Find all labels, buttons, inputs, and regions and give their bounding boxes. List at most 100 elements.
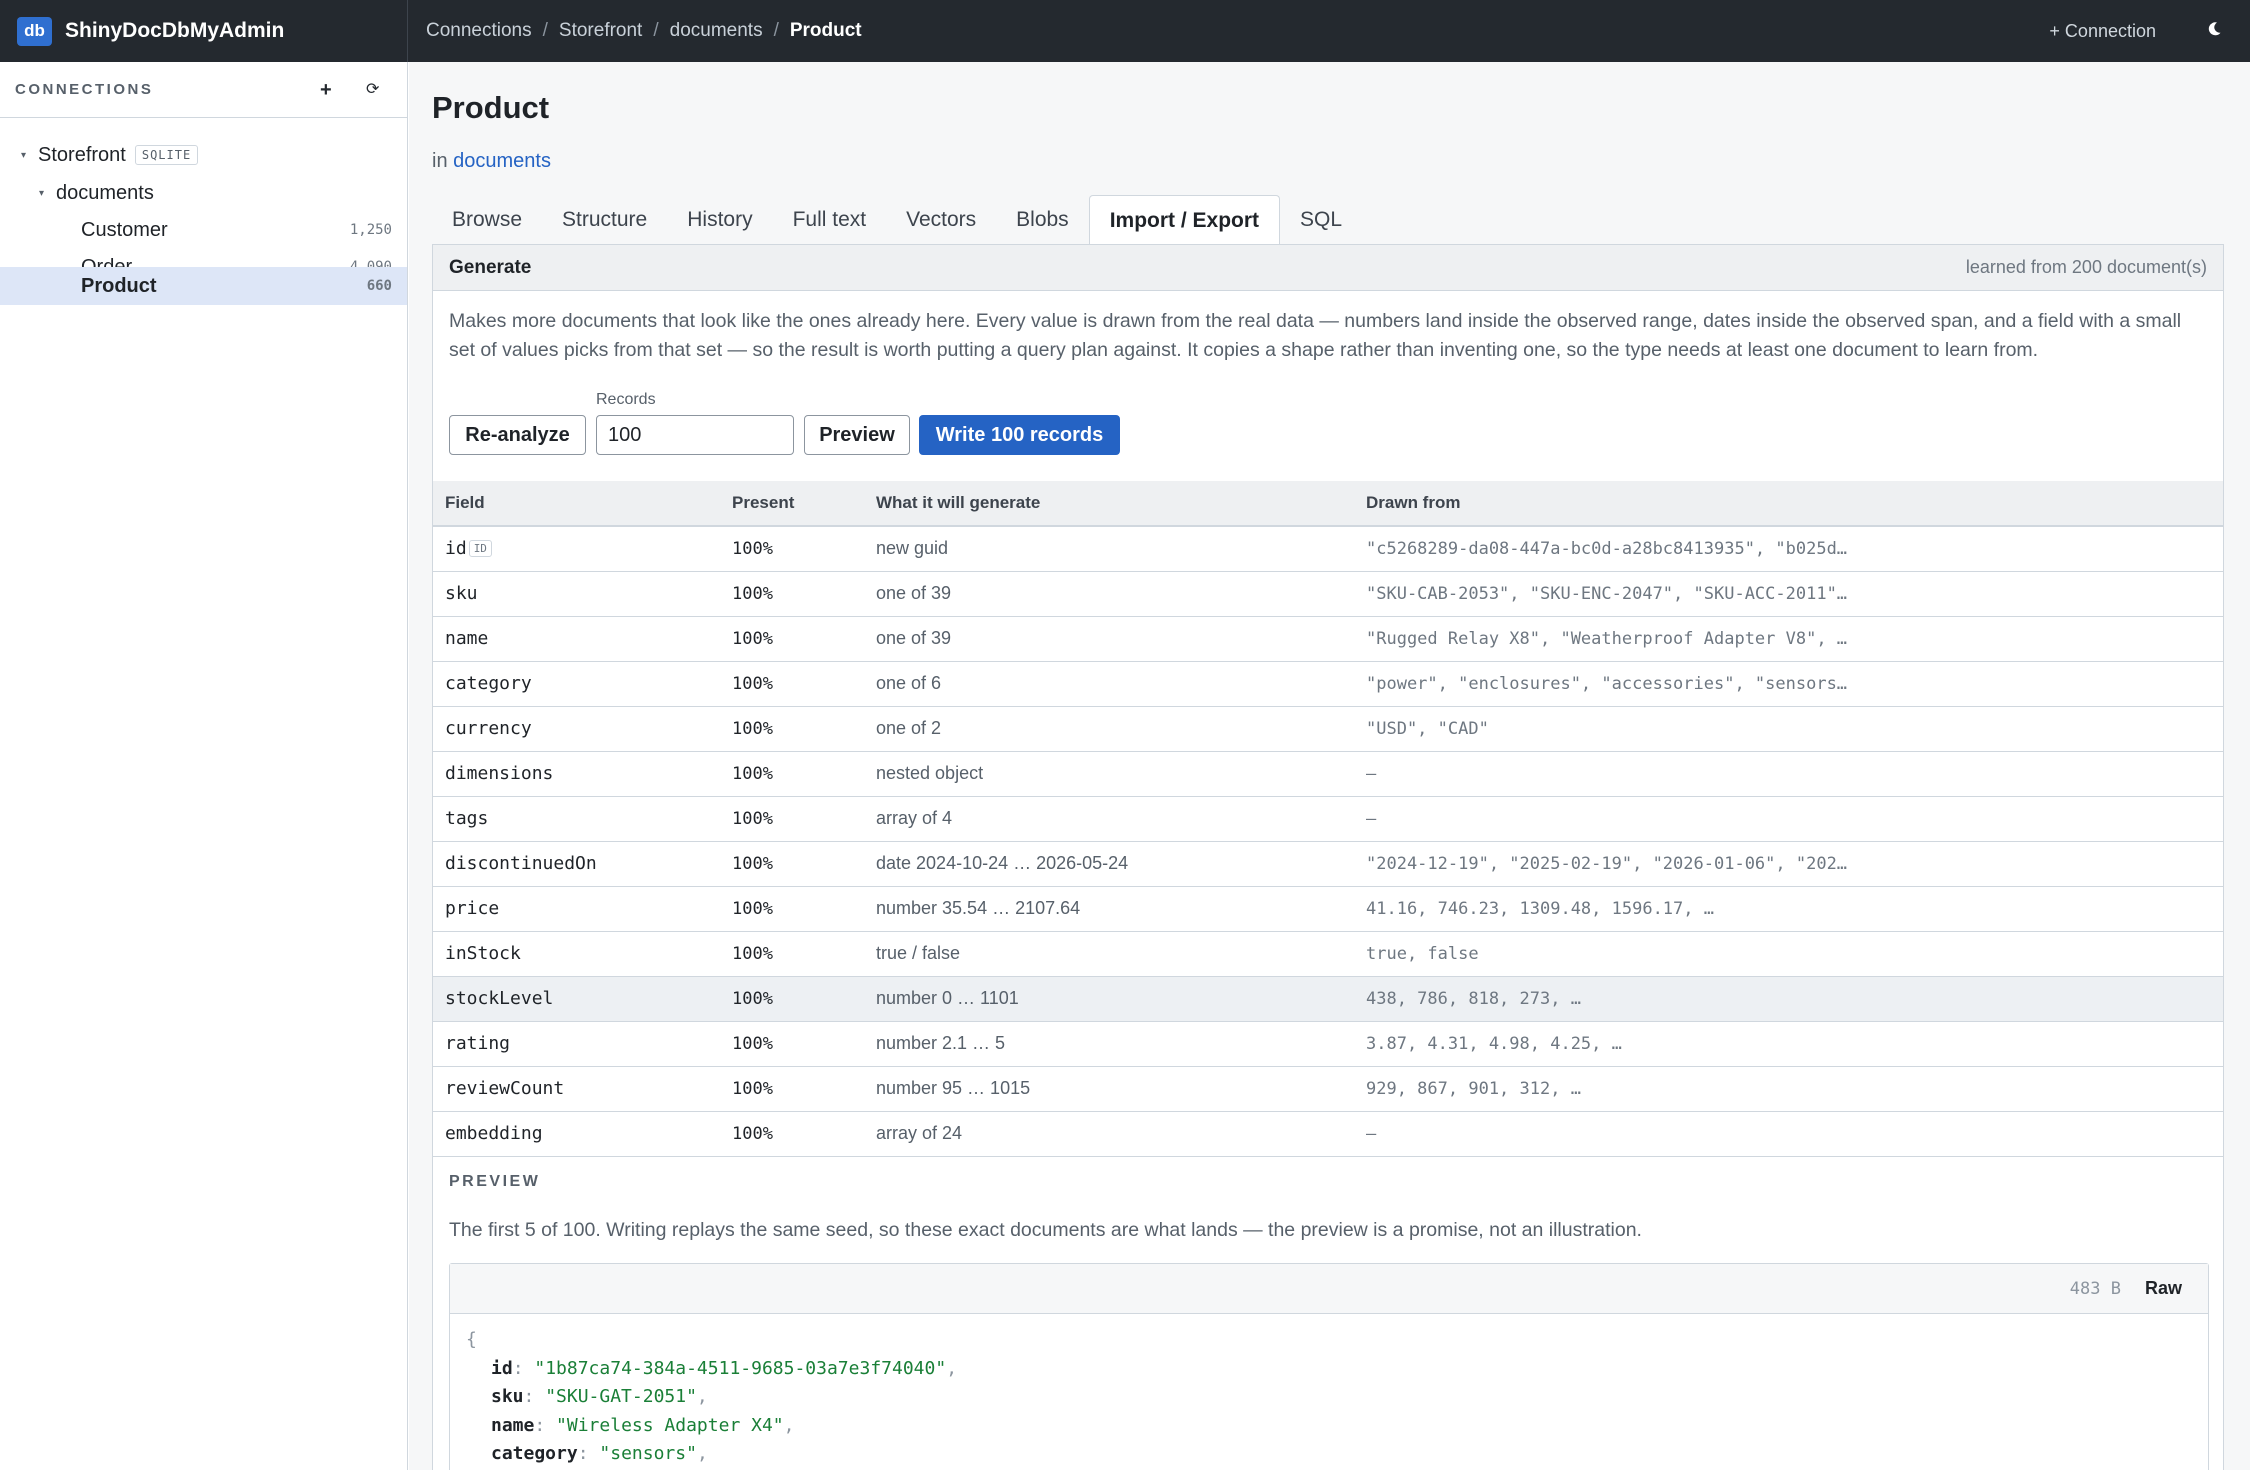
tab-sql[interactable]: SQL <box>1280 195 1362 245</box>
field-name: tags <box>445 808 489 829</box>
column-header-present[interactable]: Present <box>720 481 864 527</box>
breadcrumb-documents[interactable]: documents <box>670 20 763 42</box>
reanalyze-button[interactable]: Re-analyze <box>449 415 586 455</box>
generate-cell: one of 6 <box>864 661 1354 707</box>
field-name-cell: sku <box>433 571 720 617</box>
field-name-cell: name <box>433 616 720 662</box>
table-row: embedding 100% array of 24— <box>433 1111 2223 1157</box>
database-link[interactable]: documents <box>453 150 551 172</box>
drawn-from-cell: — <box>1354 796 2223 842</box>
moon-icon[interactable] <box>2206 20 2222 43</box>
json-comma: , <box>946 1357 958 1379</box>
tree-type-product[interactable]: Product 660 <box>0 267 407 305</box>
drawn-from-cell: true, false <box>1354 931 2223 977</box>
field-name: price <box>445 898 500 919</box>
brand[interactable]: db ShinyDocDbMyAdmin <box>0 0 408 62</box>
write-records-button[interactable]: Write 100 records <box>919 415 1120 455</box>
records-label: Records <box>596 391 656 408</box>
caret-down-icon[interactable]: ▾ <box>39 188 44 199</box>
field-name: stockLevel <box>445 988 554 1009</box>
json-key: name <box>491 1414 535 1436</box>
drawn-from-cell: "2024-12-19", "2025-02-19", "2026-01-06"… <box>1354 841 2223 887</box>
json-line: name: "Wireless Adapter X4", <box>466 1412 957 1441</box>
field-name-cell: embedding <box>433 1111 720 1157</box>
field-name: sku <box>445 583 478 604</box>
tree-type-customer[interactable]: Customer 1,250 <box>0 212 407 248</box>
add-connection-icon[interactable]: + <box>320 79 332 102</box>
type-count: 1,250 <box>349 222 392 238</box>
field-name-cell: reviewCount <box>433 1066 720 1112</box>
document-json: { id: "1b87ca74-384a-4511-9685-03a7e3f74… <box>466 1326 957 1469</box>
tree-connection-storefront[interactable]: ▾ Storefront SQLITE <box>0 137 407 173</box>
table-row: discontinuedOn 100% date 2024-10-24 … 2026… <box>433 841 2223 887</box>
type-name: Product <box>81 274 157 297</box>
json-key: category <box>491 1443 578 1464</box>
table-row: id ID 100% new guid "c5268289-da08-447a-bc0d… <box>433 526 2223 572</box>
caret-down-icon[interactable]: ▾ <box>21 150 26 161</box>
present-cell: 100% <box>720 526 864 572</box>
json-key: sku <box>491 1386 524 1407</box>
raw-button[interactable]: Raw <box>2145 1278 2182 1299</box>
tree-database-documents[interactable]: ▾ documents <box>0 175 407 211</box>
field-name: id <box>445 538 467 560</box>
type-count: 660 <box>366 278 392 294</box>
preview-heading: PREVIEW <box>449 1173 541 1190</box>
field-name-cell: currency <box>433 706 720 752</box>
drawn-from-cell: — <box>1354 751 2223 797</box>
document-toolbar: 483 B Raw <box>450 1264 2208 1314</box>
column-header-field[interactable]: Field <box>433 481 720 527</box>
table-row: inStock 100% true / false true, false <box>433 931 2223 977</box>
preview-document: 483 B Raw { id: "1b87ca74-384a-4511-9685… <box>449 1263 2209 1470</box>
records-input[interactable] <box>596 415 794 455</box>
tab-vectors[interactable]: Vectors <box>886 195 996 245</box>
generate-cell: number 35.54 … 2107.64 <box>864 886 1354 932</box>
present-cell: 100% <box>720 751 864 797</box>
present-cell: 100% <box>720 1021 864 1067</box>
drawn-from-cell: "power", "enclosures", "accessories", "s… <box>1354 661 2223 707</box>
table-header-row: Field Present What it will generate Draw… <box>433 481 2223 527</box>
tab-import-export[interactable]: Import / Export <box>1088 195 1281 246</box>
field-name: rating <box>445 1033 511 1054</box>
field-name: discontinuedOn <box>445 853 597 874</box>
type-name: Customer <box>81 218 168 241</box>
column-header-drawn-from[interactable]: Drawn from <box>1354 481 2223 527</box>
generate-cell: number 2.1 … 5 <box>864 1021 1354 1067</box>
app-logo-icon: db <box>17 16 52 46</box>
field-name: dimensions <box>445 763 554 784</box>
new-connection-button[interactable]: + Connection <box>2049 21 2156 42</box>
json-value: "SKU-GAT-2051" <box>545 1386 697 1407</box>
sidebar-title: CONNECTIONS <box>15 81 154 98</box>
breadcrumb-connections[interactable]: Connections <box>426 20 532 42</box>
tab-history[interactable]: History <box>667 195 772 245</box>
sidebar-header: CONNECTIONS + ⟳ <box>0 62 407 118</box>
tab-full-text[interactable]: Full text <box>773 195 887 245</box>
breadcrumb-separator: / <box>653 20 659 41</box>
field-name-cell: stockLevel <box>433 976 720 1022</box>
json-line: category: "sensors", <box>466 1440 957 1469</box>
tab-browse[interactable]: Browse <box>432 195 542 245</box>
breadcrumb-storefront[interactable]: Storefront <box>559 20 642 42</box>
tab-structure[interactable]: Structure <box>542 195 667 245</box>
generate-cell: one of 2 <box>864 706 1354 752</box>
field-name-cell: category <box>433 661 720 707</box>
sidebar: CONNECTIONS + ⟳ ▾ Storefront SQLITE ▾ do… <box>0 62 408 1470</box>
present-cell: 100% <box>720 571 864 617</box>
field-name-cell: tags <box>433 796 720 842</box>
field-name-cell: price <box>433 886 720 932</box>
tab-blobs[interactable]: Blobs <box>996 195 1089 245</box>
drawn-from-cell: 929, 867, 901, 312, … <box>1354 1066 2223 1112</box>
present-cell: 100% <box>720 706 864 752</box>
drawn-from-cell: — <box>1354 1111 2223 1157</box>
refresh-icon[interactable]: ⟳ <box>366 79 379 99</box>
json-key: id <box>491 1357 513 1379</box>
document-size: 483 B <box>2069 1278 2121 1299</box>
breadcrumb-current: Product <box>789 20 862 41</box>
column-header-generate[interactable]: What it will generate <box>864 481 1354 527</box>
json-value: "1b87ca74-384a-4511-9685-03a7e3f74040" <box>534 1357 947 1379</box>
engine-badge: SQLITE <box>134 145 199 165</box>
json-line: id: "1b87ca74-384a-4511-9685-03a7e3f7404… <box>466 1355 957 1384</box>
preview-description: The first 5 of 100. Writing replays the … <box>449 1219 1642 1241</box>
preview-button[interactable]: Preview <box>804 415 910 455</box>
generate-cell: date 2024-10-24 … 2026-05-24 <box>864 841 1354 887</box>
in-label: in <box>432 150 448 172</box>
